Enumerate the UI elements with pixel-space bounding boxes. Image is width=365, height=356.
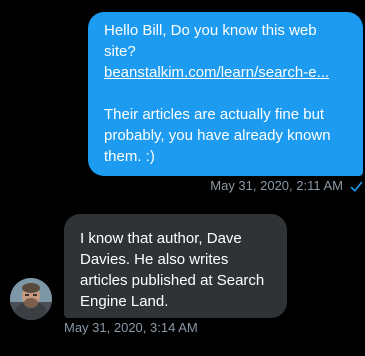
avatar-image [10, 278, 52, 320]
avatar[interactable] [10, 278, 52, 320]
sent-message-line: probably, you have already known [104, 127, 331, 144]
sent-message-bubble[interactable]: Hello Bill, Do you know this web site? b… [88, 12, 363, 176]
received-timestamp: May 31, 2020, 3:14 AM [64, 320, 198, 335]
received-message-line: Davies. He also writes [80, 251, 229, 268]
sent-message-line: site? [104, 43, 136, 60]
sent-timestamp: May 31, 2020, 2:11 AM [210, 178, 343, 193]
received-message-line: articles published at Search [80, 272, 265, 289]
sent-message-line: Hello Bill, Do you know this web [104, 22, 317, 39]
sent-message-line: them. :) [104, 148, 155, 165]
received-message-line: Engine Land. [80, 293, 169, 310]
received-message-bubble[interactable]: I know that author, Dave Davies. He also… [64, 214, 287, 318]
message-link[interactable]: beanstalkim.com/learn/search-e... [104, 62, 351, 83]
sent-message-line: Their articles are actually fine but [104, 106, 325, 123]
checkmark-icon [350, 181, 363, 192]
received-message-line: I know that author, Dave [80, 230, 242, 247]
